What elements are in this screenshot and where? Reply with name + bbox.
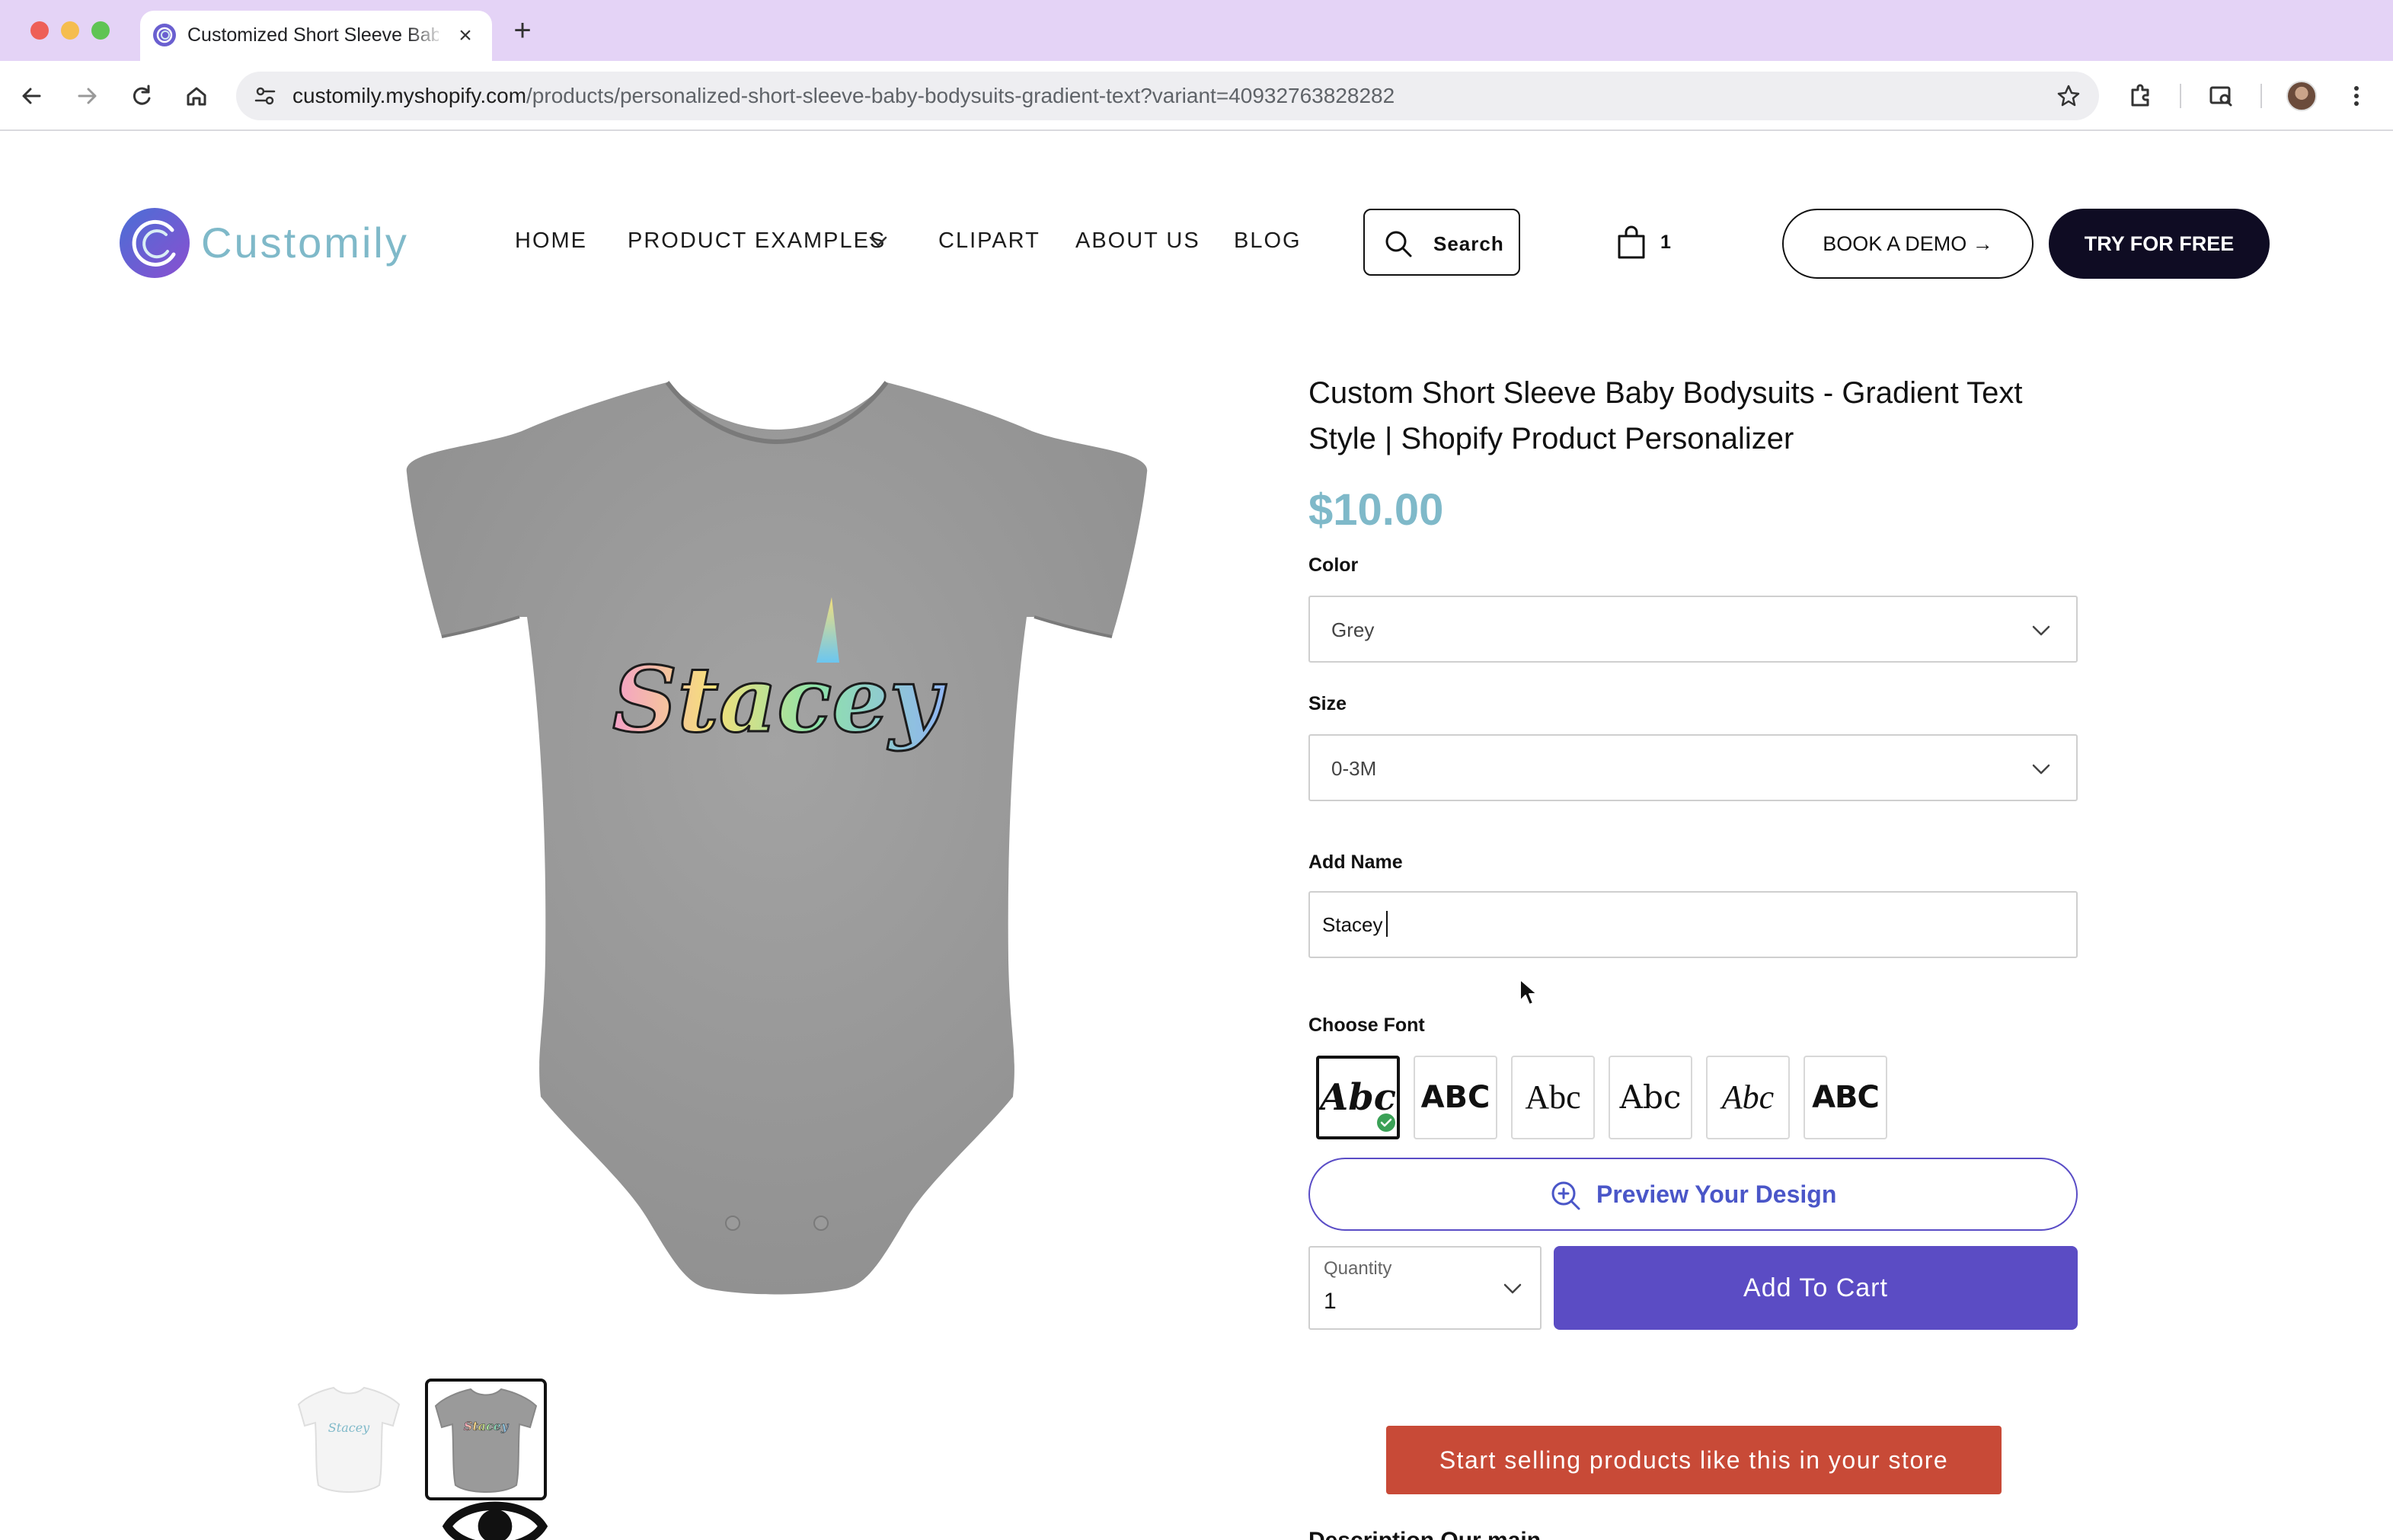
toolbar-separator — [2260, 84, 2262, 108]
window-minimize-button[interactable] — [61, 21, 79, 40]
browser-menu-icon[interactable] — [2340, 79, 2373, 113]
color-select[interactable]: Grey — [1308, 596, 2078, 663]
personalized-name-print: Stacey — [612, 647, 947, 752]
tab-search-icon[interactable] — [2204, 79, 2238, 113]
browser-tab-bar: Customized Short Sleeve Bab × + — [0, 0, 2393, 61]
forward-icon[interactable] — [70, 79, 104, 113]
product-image-bodysuit[interactable]: Stacey — [381, 366, 1173, 1310]
book-demo-button[interactable]: BOOK A DEMO → — [1782, 209, 2034, 279]
nav-product-examples[interactable]: PRODUCT EXAMPLES — [628, 228, 886, 254]
svg-text:Stacey: Stacey — [464, 1419, 510, 1433]
color-label: Color — [1308, 554, 1359, 576]
font-option-1-sample: Abc — [1319, 1076, 1397, 1119]
search-icon — [1385, 231, 1412, 257]
shopping-bag-icon[interactable] — [1615, 224, 1648, 260]
logo-text: Customily — [201, 219, 409, 267]
quantity-value: 1 — [1324, 1289, 1337, 1314]
toolbar-separator — [2180, 84, 2181, 108]
extensions-icon[interactable] — [2123, 79, 2157, 113]
chevron-down-icon[interactable] — [867, 230, 890, 253]
size-label: Size — [1308, 693, 1347, 714]
customily-favicon-icon — [153, 24, 176, 46]
product-title-line-1: Custom Short Sleeve Baby Bodysuits - Gra… — [1308, 376, 2023, 410]
tab-title-fade — [407, 18, 445, 49]
svg-text:Stacey: Stacey — [328, 1420, 370, 1435]
font-option-4[interactable]: Abc — [1609, 1056, 1692, 1139]
customily-logo[interactable]: Customily — [119, 206, 407, 282]
size-select-value: 0-3M — [1331, 757, 1377, 780]
description-heading-text: Description Our main design — [1308, 1529, 1613, 1540]
window-close-button[interactable] — [30, 21, 49, 40]
font-option-3[interactable]: Abc — [1511, 1056, 1595, 1139]
bodysuit-shape — [406, 382, 1148, 1295]
customily-logo-mark-icon — [120, 208, 190, 278]
chevron-down-icon — [1503, 1283, 1522, 1294]
start-selling-button[interactable]: Start selling products like this in your… — [1386, 1426, 2002, 1494]
size-select[interactable]: 0-3M — [1308, 734, 2078, 801]
color-select-value: Grey — [1331, 618, 1375, 641]
browser-tab-active[interactable]: Customized Short Sleeve Bab × — [140, 11, 492, 61]
thumbnail-grey-bodysuit[interactable]: Stacey — [425, 1379, 548, 1540]
font-option-6-sample: ABC — [1812, 1080, 1880, 1115]
bookmark-star-icon[interactable] — [2055, 82, 2082, 110]
reload-icon[interactable] — [125, 79, 158, 113]
font-option-6[interactable]: ABC — [1804, 1056, 1887, 1139]
chevron-down-icon — [2032, 764, 2050, 775]
font-option-2[interactable]: ABC — [1414, 1056, 1497, 1139]
cart-count[interactable]: 1 — [1660, 232, 1671, 254]
zoom-in-icon — [1551, 1181, 1580, 1210]
mouse-pointer-icon — [1519, 979, 1538, 1005]
back-icon[interactable] — [15, 79, 49, 113]
tab-title: Customized Short Sleeve Bab — [187, 24, 439, 46]
check-icon — [1377, 1113, 1395, 1132]
font-option-5-sample: Abc — [1721, 1078, 1775, 1116]
description-heading-partial: Description Our main design — [1308, 1529, 1613, 1540]
thumbnail-white-bodysuit[interactable]: Stacey — [288, 1379, 410, 1500]
text-caret — [1386, 911, 1388, 937]
font-option-5[interactable]: Abc — [1706, 1056, 1790, 1139]
search-label: Search — [1433, 232, 1504, 255]
quantity-label: Quantity — [1324, 1258, 1392, 1279]
eye-icon — [442, 1501, 548, 1540]
add-name-label: Add Name — [1308, 851, 1403, 873]
product-title-line-2: Style | Shopify Product Personalizer — [1308, 422, 1794, 455]
chevron-down-icon — [2032, 625, 2050, 636]
nav-blog[interactable]: BLOG — [1234, 228, 1302, 254]
try-free-button[interactable]: TRY FOR FREE — [2049, 209, 2270, 279]
font-option-2-sample: ABC — [1420, 1080, 1490, 1115]
preview-design-button[interactable]: Preview Your Design — [1308, 1158, 2078, 1231]
preview-design-label: Preview Your Design — [1596, 1181, 1837, 1208]
font-option-3-sample: Abc — [1525, 1078, 1581, 1116]
address-bar[interactable]: customily.myshopify.com/products/persona… — [236, 72, 2099, 120]
add-to-cart-button[interactable]: Add To Cart — [1554, 1246, 2078, 1330]
choose-font-label: Choose Font — [1308, 1014, 1425, 1036]
font-option-4-sample: Abc — [1619, 1078, 1682, 1116]
profile-avatar[interactable] — [2286, 81, 2317, 111]
tab-close-icon[interactable]: × — [452, 23, 478, 49]
url-path: /products/personalized-short-sleeve-baby… — [526, 84, 1395, 107]
nav-clipart[interactable]: CLIPART — [938, 228, 1040, 254]
quantity-select[interactable]: Quantity 1 — [1308, 1246, 1542, 1330]
product-price: $10.00 — [1308, 485, 1444, 535]
nav-about-us[interactable]: ABOUT US — [1075, 228, 1200, 254]
add-name-input[interactable] — [1308, 891, 2078, 958]
site-settings-icon[interactable] — [251, 82, 279, 110]
url-text: customily.myshopify.com/products/persona… — [292, 84, 1395, 108]
new-tab-icon[interactable]: + — [507, 15, 538, 46]
url-host: customily.myshopify.com — [292, 84, 527, 107]
search-button[interactable]: Search — [1363, 209, 1520, 276]
browser-toolbar: customily.myshopify.com/products/persona… — [0, 61, 2393, 131]
product-title: Custom Short Sleeve Baby Bodysuits - Gra… — [1308, 370, 2146, 462]
home-icon[interactable] — [180, 79, 213, 113]
nav-home[interactable]: HOME — [515, 228, 587, 254]
font-option-1[interactable]: Abc — [1316, 1056, 1400, 1139]
window-maximize-button[interactable] — [91, 21, 110, 40]
